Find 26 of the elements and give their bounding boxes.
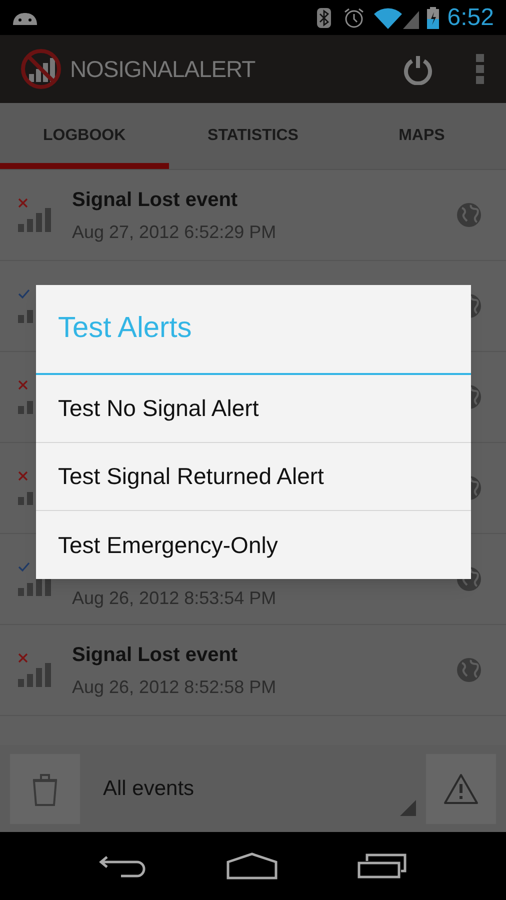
signal-bars-icon: [18, 208, 52, 232]
alarm-clock-icon: [343, 6, 366, 28]
bluetooth-icon: [317, 8, 332, 28]
wifi-icon: [373, 6, 404, 28]
no-signal-logo-icon: [20, 48, 62, 90]
warning-icon: [443, 772, 479, 804]
app-title: NOSIGNALALERT: [70, 54, 256, 84]
recent-apps-icon[interactable]: [356, 853, 407, 879]
dialog-title: Test Alerts: [58, 311, 192, 346]
power-icon: [402, 53, 434, 85]
test-alert-button[interactable]: [426, 754, 496, 824]
event-filter-dropdown[interactable]: All events: [80, 754, 426, 824]
event-title: Signal Lost event: [72, 642, 239, 668]
dialog-option[interactable]: Test Signal Returned Alert: [36, 443, 471, 511]
dialog-option[interactable]: Test No Signal Alert: [36, 375, 471, 443]
battery-icon: [427, 6, 440, 28]
home-icon[interactable]: [226, 852, 278, 880]
back-icon[interactable]: [99, 853, 148, 879]
tab[interactable]: LOGBOOK: [0, 103, 169, 169]
signal-bars-icon: [18, 663, 52, 687]
clock-time: 6:52: [447, 2, 494, 32]
tab[interactable]: STATISTICS: [168, 103, 338, 169]
event-title: Signal Lost event: [72, 188, 239, 212]
menu-icon: [476, 54, 484, 84]
tab[interactable]: MAPS: [337, 103, 506, 169]
dropdown-corner-icon: [400, 800, 416, 816]
